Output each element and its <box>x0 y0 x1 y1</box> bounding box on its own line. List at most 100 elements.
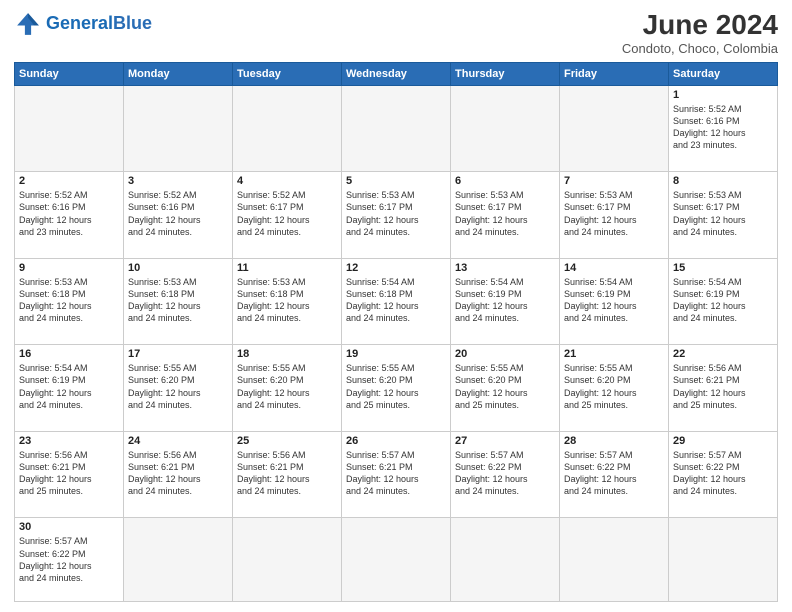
day-info: Sunrise: 5:54 AM Sunset: 6:18 PM Dayligh… <box>346 276 446 325</box>
day-info: Sunrise: 5:54 AM Sunset: 6:19 PM Dayligh… <box>564 276 664 325</box>
calendar-cell: 16 Sunrise: 5:54 AM Sunset: 6:19 PM Dayli… <box>15 345 124 432</box>
day-number: 14 <box>564 262 664 274</box>
calendar-cell: 26Sunrise: 5:57 AM Sunset: 6:21 PM Dayli… <box>342 431 451 518</box>
logo: GeneralBlue <box>14 10 152 38</box>
day-info: Sunrise: 5:53 AM Sunset: 6:18 PM Dayligh… <box>237 276 337 325</box>
day-number: 18 <box>237 348 337 360</box>
day-number: 16 <box>19 348 119 360</box>
calendar-cell: 28 Sunrise: 5:57 AM Sunset: 6:22 PM Dayli… <box>560 431 669 518</box>
calendar-cell: 29 Sunrise: 5:57 AM Sunset: 6:22 PM Dayli… <box>669 431 778 518</box>
page: GeneralBlue June 2024 Condoto, Choco, Co… <box>0 0 792 612</box>
calendar-cell: 11 Sunrise: 5:53 AM Sunset: 6:18 PM Dayli… <box>233 258 342 345</box>
day-number: 10 <box>128 262 228 274</box>
day-info: Sunrise: 5:52 AM Sunset: 6:17 PM Dayligh… <box>237 189 337 238</box>
day-info: Sunrise: 5:52 AM Sunset: 6:16 PM Dayligh… <box>19 189 119 238</box>
weekday-header-friday: Friday <box>560 62 669 85</box>
calendar-cell <box>124 85 233 172</box>
day-info: Sunrise: 5:55 AM Sunset: 6:20 PM Dayligh… <box>455 362 555 411</box>
logo-general: General <box>46 13 113 33</box>
day-info: Sunrise: 5:57 AM Sunset: 6:22 PM Dayligh… <box>19 535 119 584</box>
day-number: 3 <box>128 175 228 187</box>
calendar-cell: 20 Sunrise: 5:55 AM Sunset: 6:20 PM Dayli… <box>451 345 560 432</box>
weekday-header-sunday: Sunday <box>15 62 124 85</box>
day-info: Sunrise: 5:53 AM Sunset: 6:17 PM Dayligh… <box>564 189 664 238</box>
calendar-cell: 2 Sunrise: 5:52 AM Sunset: 6:16 PM Daylig… <box>15 172 124 259</box>
day-info: Sunrise: 5:57 AM Sunset: 6:22 PM Dayligh… <box>455 449 555 498</box>
day-number: 23 <box>19 435 119 447</box>
day-info: Sunrise: 5:55 AM Sunset: 6:20 PM Dayligh… <box>237 362 337 411</box>
day-info: Sunrise: 5:56 AM Sunset: 6:21 PM Dayligh… <box>128 449 228 498</box>
month-year: June 2024 <box>622 10 778 41</box>
day-number: 28 <box>564 435 664 447</box>
calendar-cell <box>342 518 451 602</box>
day-number: 25 <box>237 435 337 447</box>
calendar-cell <box>124 518 233 602</box>
day-number: 24 <box>128 435 228 447</box>
day-number: 11 <box>237 262 337 274</box>
day-info: Sunrise: 5:53 AM Sunset: 6:17 PM Dayligh… <box>673 189 773 238</box>
calendar-cell: 19Sunrise: 5:55 AM Sunset: 6:20 PM Dayli… <box>342 345 451 432</box>
calendar-cell: 7Sunrise: 5:53 AM Sunset: 6:17 PM Daylig… <box>560 172 669 259</box>
calendar-cell <box>15 85 124 172</box>
weekday-header-saturday: Saturday <box>669 62 778 85</box>
day-info: Sunrise: 5:56 AM Sunset: 6:21 PM Dayligh… <box>19 449 119 498</box>
day-info: Sunrise: 5:55 AM Sunset: 6:20 PM Dayligh… <box>564 362 664 411</box>
calendar-cell: 17 Sunrise: 5:55 AM Sunset: 6:20 PM Dayli… <box>124 345 233 432</box>
calendar-cell <box>451 518 560 602</box>
weekday-header-monday: Monday <box>124 62 233 85</box>
calendar-cell: 24 Sunrise: 5:56 AM Sunset: 6:21 PM Dayli… <box>124 431 233 518</box>
day-number: 26 <box>346 435 446 447</box>
calendar-cell: 18 Sunrise: 5:55 AM Sunset: 6:20 PM Dayli… <box>233 345 342 432</box>
day-number: 13 <box>455 262 555 274</box>
calendar-cell: 27 Sunrise: 5:57 AM Sunset: 6:22 PM Dayli… <box>451 431 560 518</box>
calendar-cell <box>451 85 560 172</box>
day-info: Sunrise: 5:54 AM Sunset: 6:19 PM Dayligh… <box>455 276 555 325</box>
calendar-cell: 4 Sunrise: 5:52 AM Sunset: 6:17 PM Daylig… <box>233 172 342 259</box>
calendar-cell <box>342 85 451 172</box>
day-info: Sunrise: 5:54 AM Sunset: 6:19 PM Dayligh… <box>673 276 773 325</box>
day-number: 4 <box>237 175 337 187</box>
day-info: Sunrise: 5:53 AM Sunset: 6:18 PM Dayligh… <box>19 276 119 325</box>
calendar-table: SundayMondayTuesdayWednesdayThursdayFrid… <box>14 62 778 602</box>
calendar-cell: 25 Sunrise: 5:56 AM Sunset: 6:21 PM Dayli… <box>233 431 342 518</box>
day-info: Sunrise: 5:57 AM Sunset: 6:22 PM Dayligh… <box>673 449 773 498</box>
calendar-cell: 6 Sunrise: 5:53 AM Sunset: 6:17 PM Daylig… <box>451 172 560 259</box>
day-number: 20 <box>455 348 555 360</box>
day-info: Sunrise: 5:52 AM Sunset: 6:16 PM Dayligh… <box>128 189 228 238</box>
location: Condoto, Choco, Colombia <box>622 41 778 56</box>
calendar-cell: 12 Sunrise: 5:54 AM Sunset: 6:18 PM Dayli… <box>342 258 451 345</box>
day-number: 15 <box>673 262 773 274</box>
day-info: Sunrise: 5:56 AM Sunset: 6:21 PM Dayligh… <box>237 449 337 498</box>
day-number: 21 <box>564 348 664 360</box>
logo-text: GeneralBlue <box>46 14 152 34</box>
day-info: Sunrise: 5:54 AM Sunset: 6:19 PM Dayligh… <box>19 362 119 411</box>
day-number: 30 <box>19 521 119 533</box>
day-number: 2 <box>19 175 119 187</box>
day-number: 8 <box>673 175 773 187</box>
day-info: Sunrise: 5:55 AM Sunset: 6:20 PM Dayligh… <box>128 362 228 411</box>
day-number: 22 <box>673 348 773 360</box>
calendar-cell <box>560 85 669 172</box>
header: GeneralBlue June 2024 Condoto, Choco, Co… <box>14 10 778 56</box>
calendar-cell <box>233 85 342 172</box>
calendar-cell <box>233 518 342 602</box>
day-info: Sunrise: 5:57 AM Sunset: 6:22 PM Dayligh… <box>564 449 664 498</box>
weekday-header-tuesday: Tuesday <box>233 62 342 85</box>
day-info: Sunrise: 5:55 AM Sunset: 6:20 PM Dayligh… <box>346 362 446 411</box>
calendar-cell: 13 Sunrise: 5:54 AM Sunset: 6:19 PM Dayli… <box>451 258 560 345</box>
day-number: 29 <box>673 435 773 447</box>
logo-blue: Blue <box>113 13 152 33</box>
weekday-header-thursday: Thursday <box>451 62 560 85</box>
calendar-cell: 23 Sunrise: 5:56 AM Sunset: 6:21 PM Dayli… <box>15 431 124 518</box>
weekday-header-wednesday: Wednesday <box>342 62 451 85</box>
calendar-cell: 21 Sunrise: 5:55 AM Sunset: 6:20 PM Dayli… <box>560 345 669 432</box>
calendar-cell <box>560 518 669 602</box>
day-number: 27 <box>455 435 555 447</box>
calendar-cell: 1Sunrise: 5:52 AM Sunset: 6:16 PM Daylig… <box>669 85 778 172</box>
logo-icon <box>14 10 42 38</box>
day-number: 12 <box>346 262 446 274</box>
day-info: Sunrise: 5:53 AM Sunset: 6:17 PM Dayligh… <box>455 189 555 238</box>
day-number: 6 <box>455 175 555 187</box>
day-info: Sunrise: 5:53 AM Sunset: 6:18 PM Dayligh… <box>128 276 228 325</box>
day-number: 17 <box>128 348 228 360</box>
